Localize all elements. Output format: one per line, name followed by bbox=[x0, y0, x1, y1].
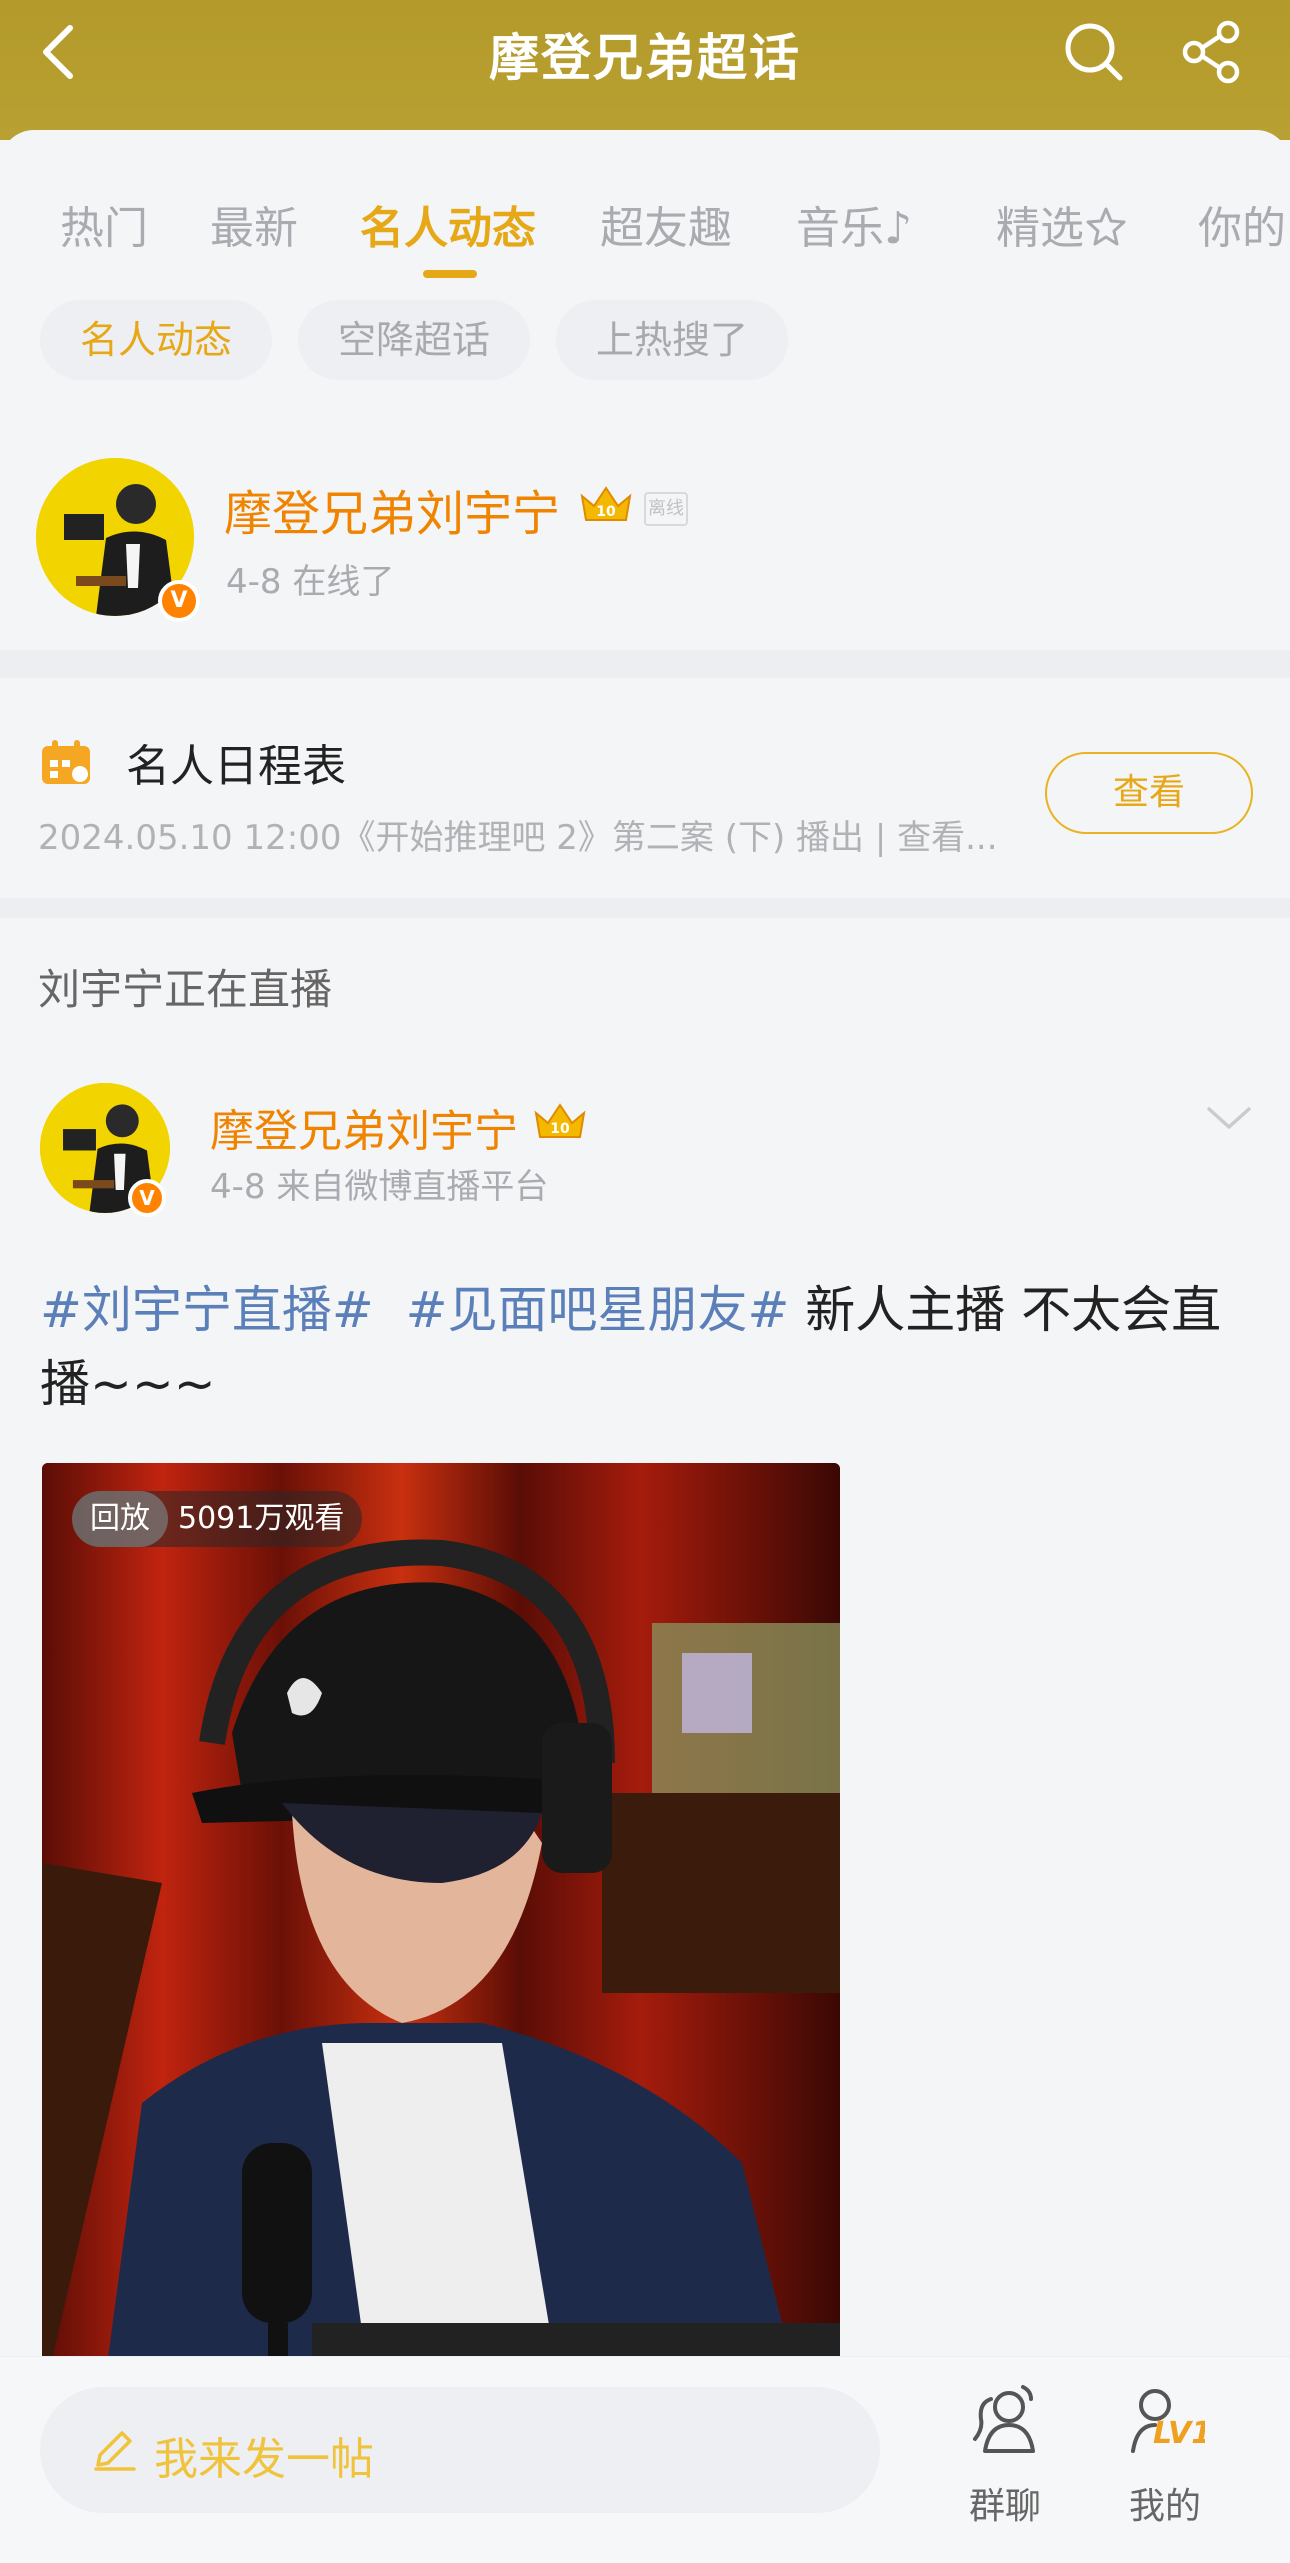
video-frame-image bbox=[42, 1463, 840, 2403]
bottom-bar: 我来发一帖 群聊 LV11 我的 bbox=[0, 2356, 1290, 2563]
crown-level: 10 bbox=[596, 504, 616, 520]
tab-latest[interactable]: 最新 bbox=[210, 192, 298, 256]
group-chat-icon bbox=[973, 2385, 1035, 2453]
group-chat-label: 群聊 bbox=[968, 2486, 1041, 2527]
post-author[interactable]: 摩登兄弟刘宇宁 bbox=[210, 1095, 518, 1159]
live-section-header: 刘宇宁正在直播 bbox=[0, 918, 1290, 1043]
chip-trending[interactable]: 上热搜了 bbox=[556, 300, 789, 380]
post-crown-level: 10 bbox=[550, 1121, 570, 1137]
level-badge: LV11 bbox=[1153, 2416, 1205, 2451]
search-icon[interactable] bbox=[1062, 20, 1126, 84]
chevron-down-icon[interactable] bbox=[1205, 1103, 1253, 1133]
active-tab-indicator bbox=[423, 270, 477, 278]
post-card[interactable]: V 摩登兄弟刘宇宁 10 4-8 来自微博直播平台 #刘宇宁直播# #见面吧星朋… bbox=[0, 1043, 1290, 2563]
crown-badge-icon: 10 bbox=[580, 486, 632, 521]
replay-badge: 回放 5091万观看 bbox=[72, 1491, 363, 1547]
chip-airdrop[interactable]: 空降超话 bbox=[298, 300, 531, 380]
share-icon[interactable] bbox=[1180, 20, 1244, 84]
pen-icon bbox=[94, 2431, 136, 2471]
profile-status: 4-8 在线了 bbox=[226, 562, 395, 602]
divider bbox=[0, 898, 1290, 918]
celebrity-profile-card[interactable]: V 摩登兄弟刘宇宁 10 离线 4-8 在线了 bbox=[0, 430, 1290, 630]
tab-fan-fun[interactable]: 超友趣 bbox=[600, 192, 732, 256]
chip-celebrity-news[interactable]: 名人动态 bbox=[40, 300, 273, 380]
compose-placeholder: 我来发一帖 bbox=[154, 2434, 374, 2485]
profile-name[interactable]: 摩登兄弟刘宇宁 bbox=[224, 474, 560, 544]
top-bar: 摩登兄弟超话 bbox=[0, 0, 1290, 140]
live-section-title: 刘宇宁正在直播 bbox=[38, 965, 333, 1014]
hashtag-link[interactable]: #见面吧星朋友# bbox=[406, 1281, 790, 1339]
tab-hot[interactable]: 热门 bbox=[60, 192, 148, 256]
view-schedule-button[interactable]: 查看 bbox=[1045, 752, 1253, 834]
divider bbox=[0, 650, 1290, 678]
tab-yours[interactable]: 你的 bbox=[1198, 192, 1286, 256]
profile-icon: LV11 bbox=[1131, 2389, 1205, 2453]
post-text: #刘宇宁直播# #见面吧星朋友# 新人主播 不太会直播~~~ bbox=[40, 1273, 1260, 1421]
live-replay-thumbnail[interactable]: 回放 5091万观看 bbox=[42, 1463, 840, 2403]
schedule-detail: 2024.05.10 12:00《开始推理吧 2》第二案 (下) 播出 | 查看… bbox=[38, 818, 998, 858]
offline-badge: 离线 bbox=[644, 492, 688, 526]
featured-icon bbox=[1086, 207, 1126, 246]
post-crown-badge-icon: 10 bbox=[534, 1103, 586, 1138]
app-screen: { "header": {"title": "摩登兄弟超话"}, "tabs":… bbox=[0, 0, 1290, 2563]
tab-featured[interactable]: 精选 bbox=[996, 192, 1128, 256]
celebrity-schedule-card[interactable]: 名人日程表 2024.05.10 12:00《开始推理吧 2》第二案 (下) 播… bbox=[0, 678, 1290, 888]
tab-featured-label: 精选 bbox=[996, 203, 1084, 254]
mine-tab[interactable]: LV11 我的 bbox=[1100, 2379, 1230, 2539]
replay-label: 回放 bbox=[72, 1491, 168, 1547]
hashtag-link[interactable]: #刘宇宁直播# bbox=[40, 1281, 374, 1339]
tab-music[interactable]: 音乐♪ bbox=[796, 192, 912, 256]
content-sheet: 热门 最新 名人动态 超友趣 音乐♪ 精选 你的 名人动态 空降超话 上热搜了 … bbox=[0, 130, 1290, 2563]
mine-label: 我的 bbox=[1128, 2486, 1201, 2527]
post-verified-badge-icon: V bbox=[128, 1179, 166, 1217]
schedule-title: 名人日程表 bbox=[126, 741, 346, 792]
tab-celebrity-news[interactable]: 名人动态 bbox=[360, 192, 536, 256]
post-meta: 4-8 来自微博直播平台 bbox=[210, 1167, 549, 1207]
verified-badge-icon: V bbox=[158, 580, 200, 622]
view-count: 5091万观看 bbox=[178, 1501, 345, 1536]
group-chat-tab[interactable]: 群聊 bbox=[940, 2379, 1070, 2539]
compose-post-button[interactable]: 我来发一帖 bbox=[40, 2387, 880, 2513]
tab-bar: 热门 最新 名人动态 超友趣 音乐♪ 精选 你的 bbox=[0, 162, 1290, 278]
calendar-icon bbox=[42, 740, 90, 784]
